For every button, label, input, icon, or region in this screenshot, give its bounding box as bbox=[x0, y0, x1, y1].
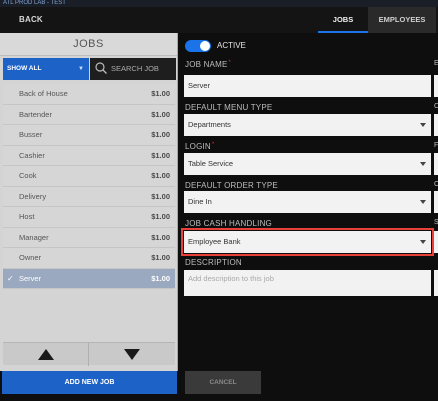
job-price: $1.00 bbox=[151, 130, 170, 139]
active-toggle[interactable] bbox=[185, 40, 211, 52]
triangle-up-icon bbox=[38, 349, 54, 360]
check-icon: ✓ bbox=[7, 273, 14, 283]
list-scroll-controls bbox=[3, 342, 175, 366]
job-name: Cook bbox=[19, 171, 37, 180]
job-price: $1.00 bbox=[151, 212, 170, 221]
cut-off-label: S bbox=[434, 219, 438, 226]
required-marker: * bbox=[228, 60, 232, 66]
search-input[interactable]: SEARCH JOB bbox=[90, 58, 176, 80]
job-price: $1.00 bbox=[151, 171, 170, 180]
job-name: Bartender bbox=[19, 109, 52, 119]
chevron-down-icon: ▼ bbox=[78, 66, 84, 72]
cut-off-label: F bbox=[434, 142, 438, 149]
job-price: $1.00 bbox=[151, 150, 170, 160]
job-name-label: JOB NAME* bbox=[185, 60, 231, 69]
job-row-cook[interactable]: Cook $1.00 bbox=[3, 166, 175, 187]
cut-off-field[interactable] bbox=[434, 114, 438, 136]
top-bar: BACK JOBS EMPLOYEES bbox=[0, 7, 438, 33]
scroll-down-button[interactable] bbox=[89, 343, 175, 366]
job-list: Back of House $1.00 Bartender $1.00 Buss… bbox=[3, 84, 175, 289]
login-label: LOGIN* bbox=[185, 142, 214, 151]
add-new-job-button[interactable]: ADD NEW JOB bbox=[2, 371, 177, 394]
job-row-cashier[interactable]: Cashier $1.00 bbox=[3, 145, 175, 166]
cut-off-field[interactable] bbox=[434, 270, 438, 296]
tab-jobs[interactable]: JOBS bbox=[318, 7, 368, 33]
job-row-bartender[interactable]: Bartender $1.00 bbox=[3, 104, 175, 125]
cash-handling-label: JOB CASH HANDLING bbox=[185, 219, 272, 228]
cut-off-field[interactable] bbox=[434, 191, 438, 213]
back-button[interactable]: BACK bbox=[19, 7, 43, 33]
job-price: $1.00 bbox=[151, 191, 170, 201]
job-name: Busser bbox=[19, 130, 43, 139]
job-name: Delivery bbox=[19, 191, 47, 201]
search-placeholder: SEARCH JOB bbox=[111, 64, 159, 73]
job-row-host[interactable]: Host $1.00 bbox=[3, 207, 175, 228]
toggle-knob bbox=[200, 41, 210, 51]
order-type-label: DEFAULT ORDER TYPE bbox=[185, 181, 278, 190]
filter-row: SHOW ALL ▼ SEARCH JOB bbox=[0, 56, 178, 82]
order-type-dropdown[interactable]: Dine In bbox=[184, 191, 431, 213]
cut-off-label: C bbox=[434, 181, 438, 188]
show-all-label: SHOW ALL bbox=[7, 65, 42, 72]
description-textarea[interactable]: Add description to this job bbox=[184, 270, 431, 296]
job-price: $1.00 bbox=[151, 273, 170, 283]
job-row-back-of-house[interactable]: Back of House $1.00 bbox=[3, 84, 175, 105]
login-dropdown[interactable]: Table Service bbox=[184, 153, 431, 175]
job-row-manager[interactable]: Manager $1.00 bbox=[3, 227, 175, 248]
active-label: ACTIVE bbox=[217, 41, 246, 50]
description-label: DESCRIPTION bbox=[185, 258, 242, 267]
app-title: ATL PROD LAB - TEST bbox=[0, 0, 438, 7]
cancel-button[interactable]: CANCEL bbox=[185, 371, 261, 394]
scroll-up-button[interactable] bbox=[3, 343, 89, 366]
show-all-dropdown[interactable]: SHOW ALL ▼ bbox=[3, 58, 89, 80]
job-name: Server bbox=[19, 273, 42, 283]
job-price: $1.00 bbox=[151, 109, 170, 119]
job-name: Back of House bbox=[19, 89, 68, 98]
job-name-label-text: JOB NAME bbox=[185, 60, 228, 69]
job-row-owner[interactable]: Owner $1.00 bbox=[3, 248, 175, 269]
menu-type-dropdown[interactable]: Departments bbox=[184, 114, 431, 136]
job-price: $1.00 bbox=[151, 253, 170, 262]
job-name: Cashier bbox=[19, 150, 45, 160]
login-label-text: LOGIN bbox=[185, 142, 211, 151]
job-name: Host bbox=[19, 212, 35, 221]
job-price: $1.00 bbox=[151, 232, 170, 242]
triangle-down-icon bbox=[124, 349, 140, 360]
sidebar-title: JOBS bbox=[0, 33, 177, 56]
search-icon bbox=[95, 62, 107, 74]
job-price: $1.00 bbox=[151, 89, 170, 98]
cut-off-field[interactable] bbox=[434, 75, 438, 97]
job-row-delivery[interactable]: Delivery $1.00 bbox=[3, 186, 175, 207]
cash-handling-dropdown[interactable]: Employee Bank bbox=[181, 228, 434, 256]
job-edit-form: ACTIVE JOB NAME* Server DEFAULT MENU TYP… bbox=[181, 33, 438, 394]
job-name: Owner bbox=[19, 253, 42, 262]
cut-off-field[interactable] bbox=[434, 231, 438, 253]
required-marker: * bbox=[211, 142, 215, 148]
job-name: Manager bbox=[19, 232, 49, 242]
job-name-field[interactable]: Server bbox=[184, 75, 431, 97]
cut-off-label: E bbox=[434, 60, 438, 67]
cut-off-label: C bbox=[434, 103, 438, 110]
tab-employees[interactable]: EMPLOYEES bbox=[368, 7, 436, 33]
job-row-busser[interactable]: Busser $1.00 bbox=[3, 125, 175, 146]
job-row-server[interactable]: ✓ Server $1.00 bbox=[3, 268, 175, 289]
cut-off-field[interactable] bbox=[434, 153, 438, 175]
cut-off-column: E C F C S bbox=[434, 33, 438, 371]
jobs-sidebar: JOBS SHOW ALL ▼ SEARCH JOB Back of House… bbox=[0, 33, 178, 371]
menu-type-label: DEFAULT MENU TYPE bbox=[185, 103, 273, 112]
